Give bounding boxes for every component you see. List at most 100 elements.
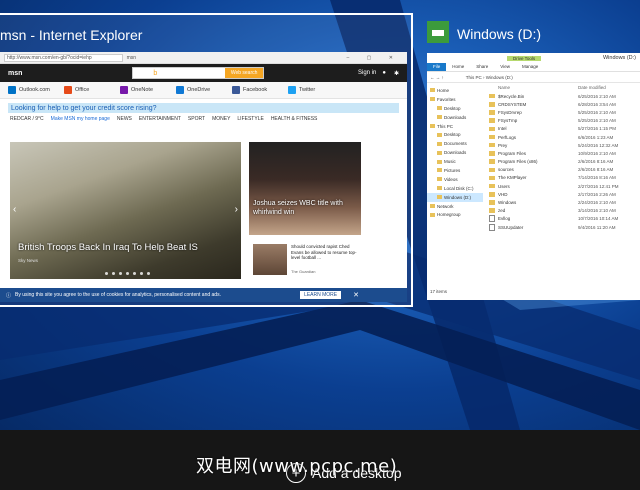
msn-nav-money: MONEY bbox=[212, 115, 231, 122]
explorer-window-title[interactable]: Windows (D:) bbox=[457, 26, 541, 42]
nav-item-label: Music bbox=[444, 159, 456, 165]
ie-window[interactable]: msn - Internet Explorer http://www.msn.c… bbox=[0, 13, 413, 307]
file-date: 2/17/2016 2:26 AM bbox=[578, 191, 616, 197]
gear-icon: ✱ bbox=[393, 70, 399, 77]
file-date: 5/25/2016 2:10 AM bbox=[578, 109, 616, 115]
file-icon bbox=[489, 215, 495, 223]
file-row: zed 3/14/2016 2:10 AM bbox=[489, 207, 640, 215]
folder-icon bbox=[437, 168, 442, 173]
nav-item: Homegroup bbox=[427, 210, 483, 219]
nav-item-label: Pictures bbox=[444, 167, 461, 173]
folder-icon bbox=[437, 195, 442, 200]
file-name: FSysTmp bbox=[498, 118, 518, 124]
file-row: Windows 2/24/2016 2:10 AM bbox=[489, 198, 640, 206]
ribbon-tab-home: Home bbox=[452, 64, 465, 69]
msn-content: ‹ › British Troops Back In Iraq To Help … bbox=[10, 142, 400, 282]
ribbon-tab-share: Share bbox=[476, 64, 489, 69]
file-row: FSysDrvrep 5/25/2016 2:10 AM bbox=[489, 108, 640, 116]
carousel-dot bbox=[140, 272, 143, 275]
folder-icon bbox=[489, 167, 495, 173]
msn-header: msn b Web search Sign in ● ✱ bbox=[0, 64, 407, 82]
file-row: CRDSYSTEM 6/28/2016 3:54 AM bbox=[489, 100, 640, 108]
file-date: 2/27/2016 12:41 PM bbox=[578, 183, 619, 189]
file-name: zed bbox=[498, 208, 506, 214]
file-row: Prey 5/24/2016 12:32 AM bbox=[489, 141, 640, 149]
nav-item-label: Homegroup bbox=[437, 212, 461, 218]
file-name: VHD bbox=[498, 191, 508, 197]
nav-item: Pictures bbox=[427, 166, 483, 175]
msn-nav-sport: SPORT bbox=[187, 115, 206, 122]
folder-icon bbox=[430, 88, 435, 93]
nav-item-label: Videos bbox=[444, 176, 458, 182]
column-date: Date modified bbox=[578, 85, 606, 90]
folder-icon bbox=[489, 118, 495, 123]
carousel-dot bbox=[105, 272, 108, 275]
file-name: Prey bbox=[498, 142, 508, 148]
msn-web-search-button: Web search bbox=[224, 68, 264, 78]
nav-item: Downloads bbox=[427, 148, 483, 157]
ie-window-thumbnail[interactable]: http://www.msn.com/en-gb/?ocid=iehp msn … bbox=[0, 52, 407, 302]
explorer-window-thumbnail[interactable]: Drive Tools Windows (D:) File Home Share… bbox=[427, 53, 640, 300]
file-name: Program Files bbox=[498, 150, 527, 156]
folder-icon bbox=[437, 115, 442, 120]
folder-icon bbox=[437, 150, 442, 155]
nav-item: Favorites bbox=[427, 95, 483, 104]
file-date: 5/27/2016 1:15 PM bbox=[578, 126, 617, 132]
nav-item: Desktop bbox=[427, 104, 483, 113]
ie-tab: msn bbox=[126, 54, 137, 61]
file-row: SSUUpdater 9/4/2016 11:20 AM bbox=[489, 223, 640, 231]
folder-icon bbox=[489, 93, 495, 99]
file-row: The KMPlayer 7/14/2016 8:16 AM bbox=[489, 174, 640, 182]
nav-item-label: Windows (D:) bbox=[444, 194, 472, 200]
msn-app-bar: Outlook.com Office OneNote OneDrive Face… bbox=[0, 82, 407, 99]
msn-search-box: b Web search bbox=[132, 67, 265, 79]
cookie-text: By using this site you agree to the use … bbox=[15, 292, 221, 298]
file-name: The KMPlayer bbox=[498, 175, 527, 181]
folder-icon bbox=[437, 159, 442, 164]
status-bar: 17 items bbox=[430, 289, 448, 294]
file-name: $Recycle.Bin bbox=[498, 93, 525, 99]
ribbon-tab-file: File bbox=[427, 63, 447, 71]
story-thumbnail bbox=[253, 244, 287, 275]
nav-item-label: Network bbox=[437, 203, 454, 209]
folder-icon bbox=[437, 132, 442, 137]
msn-app-facebook: Facebook bbox=[232, 86, 288, 94]
explorer-titlebar-title: Windows (D:) bbox=[602, 55, 636, 61]
file-date: 10/7/2016 10:14 AM bbox=[578, 216, 619, 222]
ribbon-tab-view: View bbox=[500, 64, 510, 69]
nav-item-label: Documents bbox=[444, 141, 467, 147]
explorer-window[interactable]: Windows (D:) Drive Tools Windows (D:) Fi… bbox=[427, 21, 640, 300]
ie-window-title[interactable]: msn - Internet Explorer bbox=[0, 27, 142, 43]
msn-app-office: Office bbox=[64, 86, 120, 94]
file-date: 10/9/2016 2:10 AM bbox=[578, 150, 616, 156]
file-date: 6/6/2016 1:23 AM bbox=[578, 134, 614, 140]
folder-icon bbox=[430, 124, 435, 128]
file-name: PerfLogs bbox=[498, 134, 517, 140]
file-date: 9/4/2016 11:20 AM bbox=[578, 224, 616, 230]
folder-icon bbox=[489, 142, 495, 148]
carousel-dot bbox=[147, 272, 150, 275]
folder-icon bbox=[437, 186, 442, 191]
file-row: FSysTmp 5/25/2016 2:10 AM bbox=[489, 117, 640, 125]
nav-item-label: Desktop bbox=[444, 105, 461, 111]
msn-nav-lifestyle: LIFESTYLE bbox=[237, 115, 264, 122]
bing-icon: b bbox=[153, 69, 158, 77]
msn-location: REDCAR / 9°C bbox=[10, 115, 44, 122]
file-name: Users bbox=[498, 183, 510, 189]
folder-icon bbox=[437, 177, 442, 182]
folder-icon bbox=[437, 106, 442, 111]
file-row: $Recycle.Bin 6/25/2016 2:10 AM bbox=[489, 92, 640, 100]
file-row: PerfLogs 6/6/2016 1:23 AM bbox=[489, 133, 640, 141]
nav-item: Desktop bbox=[427, 130, 483, 139]
file-date: 7/14/2016 8:16 AM bbox=[578, 175, 616, 181]
folder-icon bbox=[437, 141, 442, 146]
file-name: sources bbox=[498, 167, 514, 173]
msn-ad-banner: Looking for help to get your credit scor… bbox=[8, 103, 399, 113]
file-name: CRDSYSTEM bbox=[498, 101, 527, 107]
drive-tools-tab: Drive Tools bbox=[507, 55, 542, 61]
msn-make-home: Make MSN my home page bbox=[50, 115, 110, 122]
msn-nav-news: NEWS bbox=[116, 115, 132, 122]
folder-icon bbox=[489, 183, 495, 189]
carousel-dot bbox=[112, 272, 115, 275]
watermark-text: 双电网(www.pcpc.me) bbox=[196, 456, 398, 477]
